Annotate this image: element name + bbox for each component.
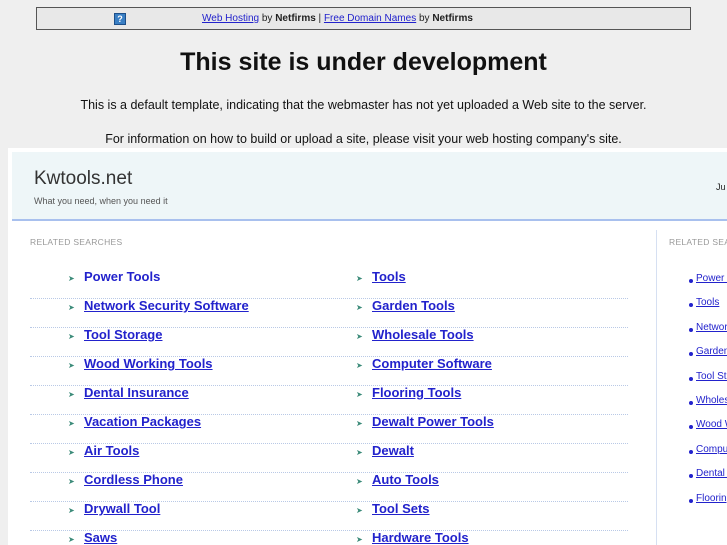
arrow-icon: ➤ <box>68 477 75 486</box>
search-link[interactable]: Dewalt Power Tools <box>372 414 494 429</box>
sidebar-link[interactable]: Wood Working Tools <box>696 419 727 430</box>
arrow-icon: ➤ <box>356 448 363 457</box>
list-row: ➤ Air Tools ➤ Dewalt <box>30 443 628 473</box>
bullet-icon <box>689 401 693 405</box>
column-divider <box>656 230 657 545</box>
search-link[interactable]: Vacation Packages <box>84 414 201 429</box>
bullet-icon <box>689 449 693 454</box>
sidebar-link[interactable]: Computer Software <box>696 444 727 455</box>
arrow-icon: ➤ <box>68 506 75 515</box>
arrow-icon: ➤ <box>68 390 75 399</box>
search-link[interactable]: Air Tools <box>84 443 139 458</box>
arrow-icon: ➤ <box>356 332 363 341</box>
sidebar-link[interactable]: Flooring Tools <box>696 493 727 504</box>
search-link[interactable]: Saws <box>84 530 117 545</box>
arrow-icon: ➤ <box>68 274 75 283</box>
search-link[interactable]: Hardware Tools <box>372 530 469 545</box>
list-row: ➤ Cordless Phone ➤ Auto Tools <box>30 472 628 502</box>
site-name: Kwtools.net <box>34 168 133 189</box>
search-link[interactable]: Wholesale Tools <box>372 327 474 342</box>
search-link[interactable]: Auto Tools <box>372 472 439 487</box>
search-link[interactable]: Garden Tools <box>372 298 455 313</box>
search-link[interactable]: Dental Insurance <box>84 385 189 400</box>
bullet-icon <box>689 303 693 308</box>
bullet-icon <box>689 352 693 357</box>
search-link[interactable]: Tool Sets <box>372 501 430 516</box>
search-link[interactable]: Tools <box>372 269 406 284</box>
list-row: ➤ Tool Storage ➤ Wholesale Tools <box>30 327 628 357</box>
arrow-icon: ➤ <box>356 535 363 544</box>
arrow-icon: ➤ <box>68 303 75 312</box>
related-searches-label-right: RELATED SEA <box>669 237 727 247</box>
arrow-icon: ➤ <box>356 274 363 283</box>
arrow-icon: ➤ <box>356 506 363 515</box>
arrow-icon: ➤ <box>68 332 75 341</box>
list-row: ➤ Vacation Packages ➤ Dewalt Power Tools <box>30 414 628 444</box>
arrow-icon: ➤ <box>356 361 363 370</box>
sidebar-link[interactable]: Tools <box>696 297 719 308</box>
search-link[interactable]: Drywall Tool <box>84 501 160 516</box>
arrow-icon: ➤ <box>356 303 363 312</box>
search-link[interactable]: Wood Working Tools <box>84 356 213 371</box>
arrow-icon: ➤ <box>68 361 75 370</box>
bullet-icon <box>689 425 693 430</box>
bullet-icon <box>689 498 693 503</box>
search-link[interactable]: Tool Storage <box>84 327 162 342</box>
search-link[interactable]: Flooring Tools <box>372 385 461 400</box>
list-row: ➤ Power Tools ➤ Tools <box>30 269 628 299</box>
bullet-icon <box>689 327 693 332</box>
arrow-icon: ➤ <box>68 448 75 457</box>
sidebar-link[interactable]: Dental Insurance <box>696 468 727 479</box>
search-link[interactable]: Dewalt <box>372 443 414 458</box>
list-row: ➤ Network Security Software ➤ Garden Tools <box>30 298 628 328</box>
sidebar-link[interactable]: Power Tools <box>696 273 727 284</box>
search-link[interactable]: Cordless Phone <box>84 472 183 487</box>
site-tagline: What you need, when you need it <box>34 196 168 206</box>
arrow-icon: ➤ <box>356 390 363 399</box>
sidebar-link[interactable]: Network Security Software <box>696 322 727 333</box>
related-searches-label: RELATED SEARCHES <box>30 237 123 247</box>
arrow-icon: ➤ <box>356 477 363 486</box>
arrow-icon: ➤ <box>68 419 75 428</box>
parked-page-frame: Kwtools.net What you need, when you need… <box>8 148 727 545</box>
bullet-icon <box>689 474 693 479</box>
sidebar-link[interactable]: Garden Tools <box>696 346 727 357</box>
arrow-icon: ➤ <box>68 535 75 544</box>
date-text: Ju <box>716 182 726 192</box>
sidebar-link[interactable]: Wholesale Tools <box>696 395 727 406</box>
search-link[interactable]: Network Security Software <box>84 298 249 313</box>
list-row: ➤ Wood Working Tools ➤ Computer Software <box>30 356 628 386</box>
search-link[interactable]: Computer Software <box>372 356 492 371</box>
bullet-icon <box>689 279 693 283</box>
site-header: Kwtools.net What you need, when you need… <box>12 152 727 221</box>
sidebar-link[interactable]: Tool Storage <box>696 371 727 382</box>
arrow-icon: ➤ <box>356 419 363 428</box>
bullet-icon <box>689 376 693 381</box>
list-row: ➤ Saws ➤ Hardware Tools <box>30 530 628 545</box>
list-row: ➤ Drywall Tool ➤ Tool Sets <box>30 501 628 531</box>
search-link[interactable]: Power Tools <box>84 269 160 284</box>
list-row: ➤ Dental Insurance ➤ Flooring Tools <box>30 385 628 415</box>
